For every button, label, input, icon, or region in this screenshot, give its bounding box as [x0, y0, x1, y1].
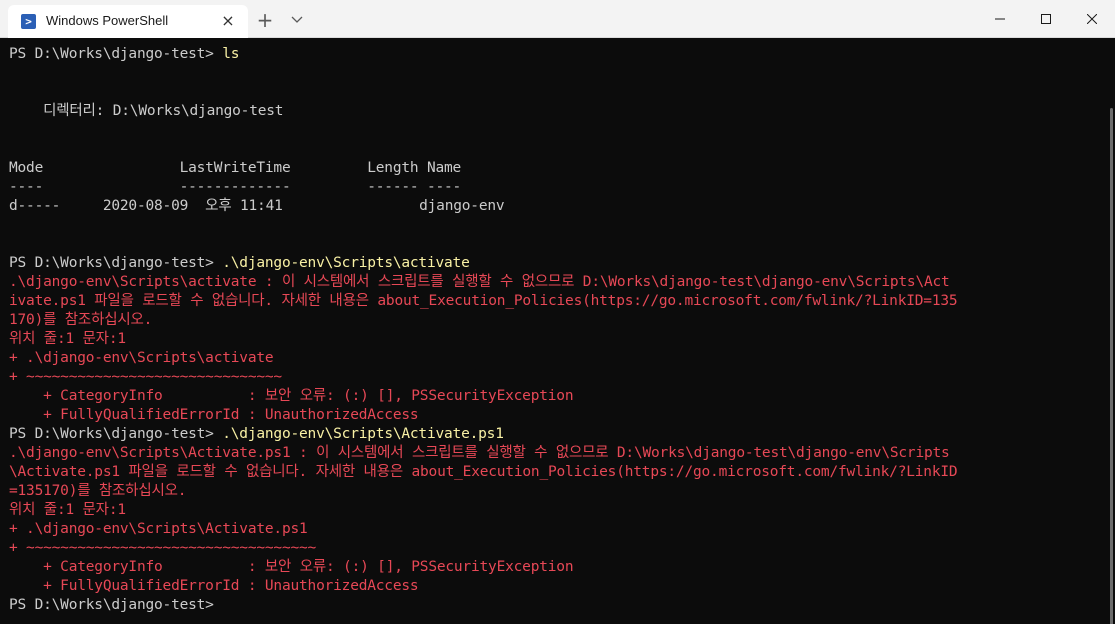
error-line: ivate.ps1 파일을 로드할 수 없습니다. 자세한 내용은 about_…	[9, 293, 958, 309]
maximize-icon	[1041, 14, 1051, 24]
terminal-output[interactable]: PS D:\Works\django-test> ls 디렉터리: D:\Wor…	[0, 38, 1115, 624]
new-tab-button[interactable]: +	[253, 9, 277, 31]
error-line: 170)를 참조하십시오.	[9, 312, 153, 328]
prompt-line: PS D:\Works\django-test> .\django-env\Sc…	[9, 254, 470, 273]
command: .\django-env\Scripts\activate	[222, 255, 470, 271]
error-line: =135170)를 참조하십시오.	[9, 483, 187, 499]
tab-title: Windows PowerShell	[46, 13, 169, 28]
error-line: + CategoryInfo : 보안 오류: (:) [], PSSecuri…	[9, 388, 574, 404]
directory-heading: 디렉터리: D:\Works\django-test	[9, 103, 284, 119]
chevron-down-icon	[291, 16, 303, 23]
table-separator: ---- ------------- ------ ----	[9, 179, 462, 195]
prompt: PS D:\Works\django-test>	[9, 46, 223, 62]
powershell-icon: >	[21, 14, 36, 29]
close-button[interactable]	[1069, 0, 1115, 38]
error-line: \Activate.ps1 파일을 로드할 수 없습니다. 자세한 내용은 ab…	[9, 464, 958, 480]
command: .\django-env\Scripts\Activate.ps1	[222, 426, 504, 442]
error-line: + ~~~~~~~~~~~~~~~~~~~~~~~~~~~~~~	[9, 369, 282, 385]
command: ls	[222, 46, 240, 62]
error-line: + CategoryInfo : 보안 오류: (:) [], PSSecuri…	[9, 559, 574, 575]
error-line: 위치 줄:1 문자:1	[9, 331, 126, 347]
prompt-line: PS D:\Works\django-test>	[9, 596, 222, 615]
error-line: .\django-env\Scripts\activate : 이 시스템에서 …	[9, 274, 950, 290]
error-line: + FullyQualifiedErrorId : UnauthorizedAc…	[9, 407, 419, 423]
title-bar: > Windows PowerShell × +	[0, 0, 1115, 38]
scrollbar[interactable]	[1110, 108, 1113, 624]
tab-dropdown-button[interactable]	[285, 9, 309, 31]
tab-close-button[interactable]: ×	[218, 11, 238, 31]
close-icon	[1087, 14, 1097, 24]
table-row: d----- 2020-08-09 오후 11:41 django-env	[9, 198, 505, 214]
tab-powershell[interactable]: > Windows PowerShell ×	[8, 5, 248, 38]
error-line: .\django-env\Scripts\Activate.ps1 : 이 시스…	[9, 445, 950, 461]
table-header: Mode LastWriteTime Length Name	[9, 160, 462, 176]
error-line: + .\django-env\Scripts\activate	[9, 350, 274, 366]
error-line: + .\django-env\Scripts\Activate.ps1	[9, 521, 308, 537]
prompt: PS D:\Works\django-test>	[9, 255, 223, 271]
error-line: 위치 줄:1 문자:1	[9, 502, 126, 518]
minimize-icon	[995, 18, 1005, 20]
maximize-button[interactable]	[1023, 0, 1069, 38]
prompt-line: PS D:\Works\django-test> ls	[9, 45, 240, 64]
error-line: + ~~~~~~~~~~~~~~~~~~~~~~~~~~~~~~~~~~	[9, 540, 317, 556]
prompt: PS D:\Works\django-test>	[9, 597, 223, 613]
prompt-line: PS D:\Works\django-test> .\django-env\Sc…	[9, 425, 504, 444]
minimize-button[interactable]	[977, 0, 1023, 38]
prompt: PS D:\Works\django-test>	[9, 426, 223, 442]
error-line: + FullyQualifiedErrorId : UnauthorizedAc…	[9, 578, 419, 594]
